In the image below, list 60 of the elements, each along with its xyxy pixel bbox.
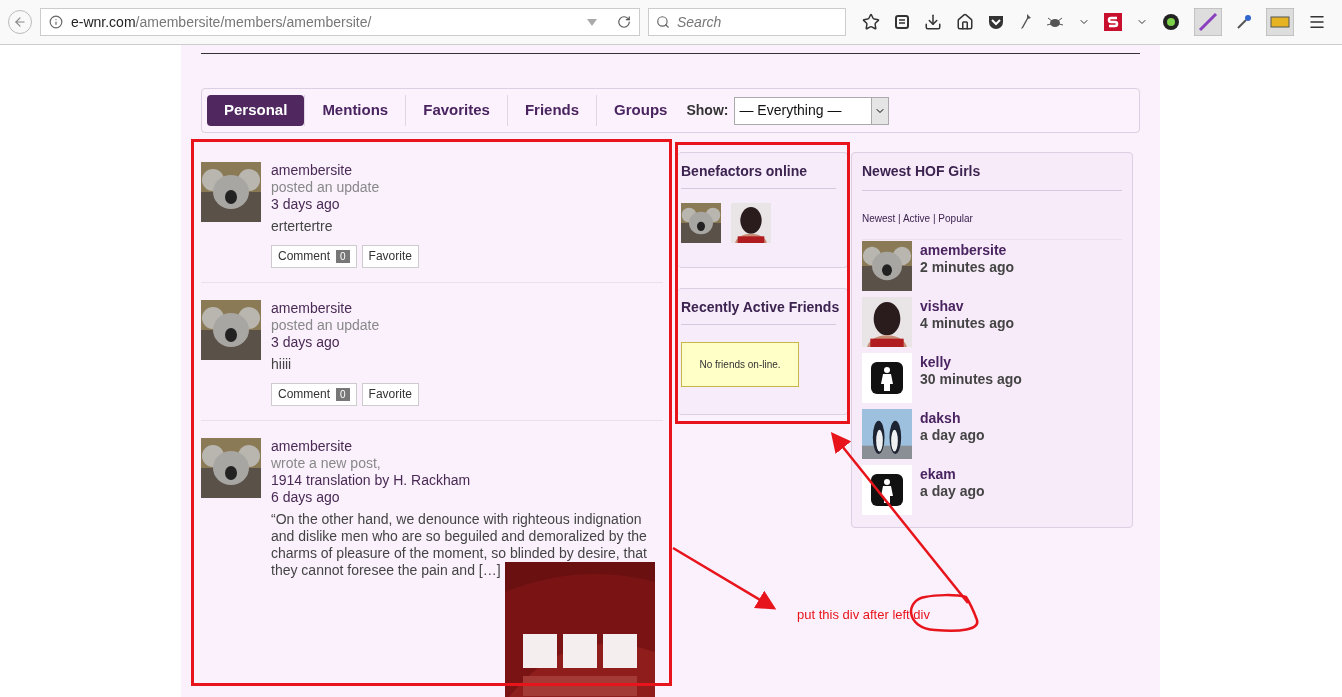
activity-action: posted an update [271, 179, 381, 196]
member-time: a day ago [920, 427, 985, 444]
member-time: 2 minutes ago [920, 259, 1015, 276]
post-excerpt: “On the other hand, we denounce with righteous indignation and dislike men who are so beguiled and demoralized by the charms of pleasure of the moment, so blinded by desire, that they cannot foresee the pain and […] [271, 511, 647, 578]
user-link[interactable]: amembersite [271, 162, 419, 179]
comment-button[interactable]: Comment 0 [271, 383, 357, 406]
bookmark-star-icon[interactable] [862, 13, 880, 31]
activity-time: 6 days ago [271, 489, 341, 506]
activity-content: ertertertre [271, 218, 334, 235]
comment-count: 0 [336, 388, 350, 401]
member-name[interactable]: vishav [920, 298, 1015, 315]
comment-count: 0 [336, 250, 350, 263]
reload-icon[interactable] [617, 15, 631, 29]
female-user-icon [862, 465, 912, 515]
pocket-icon[interactable] [988, 14, 1004, 30]
search-icon [656, 15, 670, 29]
filter-links[interactable]: Newest | Active | Popular [862, 211, 1122, 240]
search-field[interactable]: Search [648, 8, 846, 36]
tab[interactable]: Personal [207, 95, 305, 126]
activity-time: 3 days ago [271, 334, 341, 351]
member-time: a day ago [920, 483, 985, 500]
activity-action: wrote a new post, [271, 455, 382, 472]
show-label: Show: [686, 101, 729, 120]
activity-time: 3 days ago [271, 196, 341, 213]
panel-title: Benefactors online [681, 153, 836, 189]
pin-icon[interactable] [1018, 13, 1032, 31]
panel-title: Newest HOF Girls [862, 153, 1122, 191]
address-bar[interactable]: e-wnr.com/amembersite/members/amembersite/ [40, 8, 640, 36]
tab[interactable]: Mentions [304, 95, 406, 126]
comment-button[interactable]: Comment 0 [271, 245, 357, 268]
tab[interactable]: Friends [506, 95, 597, 126]
reading-list-icon[interactable] [894, 14, 910, 30]
tab[interactable]: Groups [596, 95, 685, 126]
favorite-button[interactable]: Favorite [361, 245, 419, 268]
favorite-button[interactable]: Favorite [361, 383, 419, 406]
back-arrow-icon [13, 15, 27, 29]
home-icon[interactable] [956, 13, 974, 31]
tab[interactable]: Favorites [405, 95, 507, 126]
activity-content: hiiii [271, 356, 293, 373]
menu-icon[interactable] [1308, 13, 1326, 31]
member-name[interactable]: daksh [920, 410, 985, 427]
user-link[interactable]: amembersite [271, 300, 419, 317]
annotation-note: put this div after left div [797, 606, 930, 624]
post-title-link[interactable]: 1914 translation by H. Rackham [271, 472, 661, 489]
s-logo-icon[interactable] [1104, 13, 1122, 31]
empty-message: No friends on-line. [681, 342, 799, 387]
member-time: 4 minutes ago [920, 315, 1015, 332]
member-name[interactable]: kelly [920, 354, 1022, 371]
bug-icon[interactable] [1046, 15, 1064, 29]
member-time: 30 minutes ago [920, 371, 1022, 388]
user-link[interactable]: amembersite [271, 438, 661, 455]
member-name[interactable]: amembersite [920, 242, 1015, 259]
member-name[interactable]: ekam [920, 466, 985, 483]
url-text: e-wnr.com/amembersite/members/amembersite/ [71, 12, 372, 32]
eyedropper-icon[interactable] [1236, 14, 1252, 30]
download-icon[interactable] [924, 13, 942, 31]
activity-action: posted an update [271, 317, 381, 334]
female-user-icon [862, 353, 912, 403]
show-select[interactable]: — Everything — [734, 96, 890, 125]
info-icon[interactable] [49, 15, 63, 29]
